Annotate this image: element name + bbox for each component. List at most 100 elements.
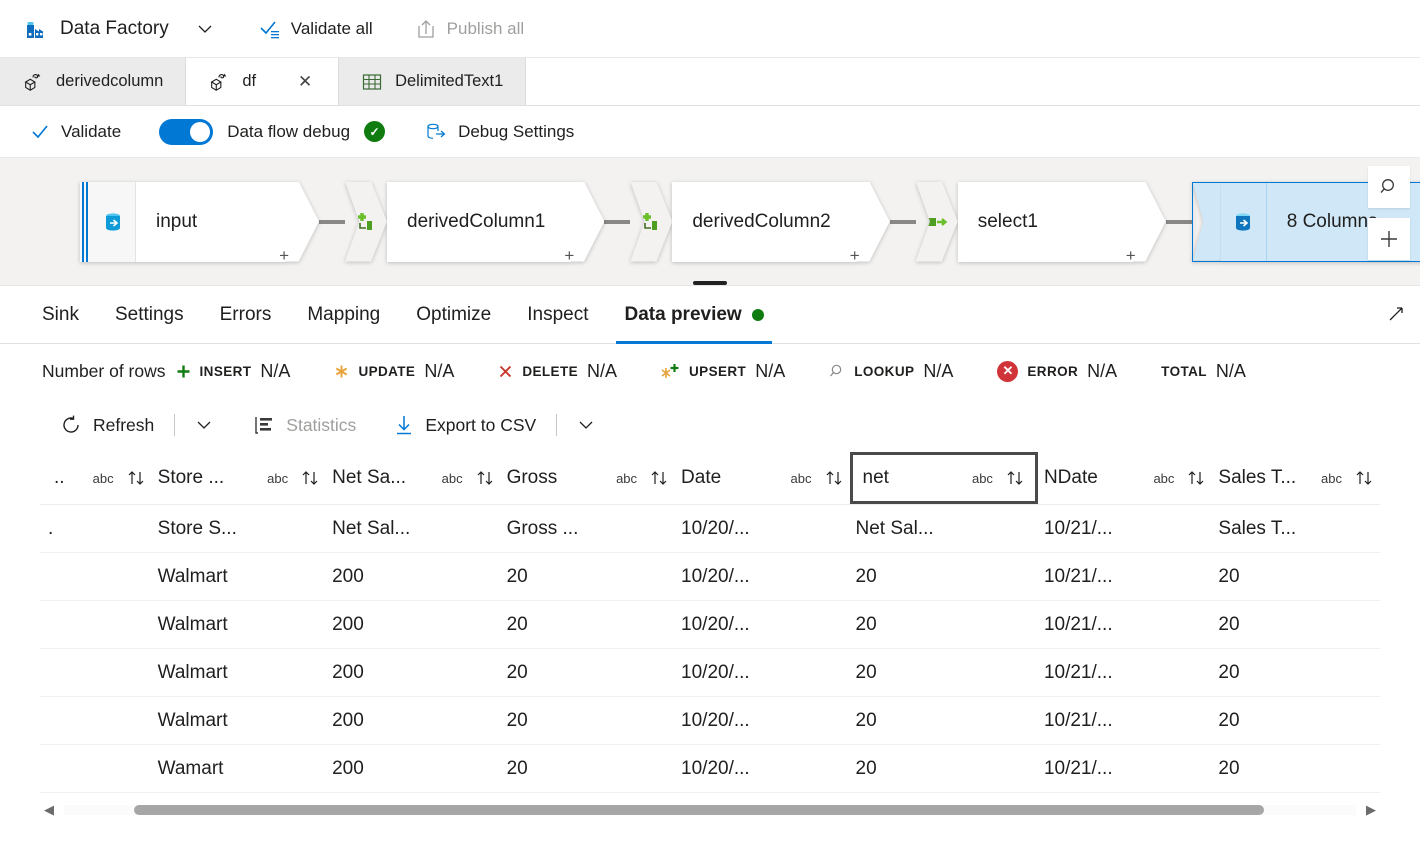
sort-updown-icon[interactable] xyxy=(126,468,146,488)
column-type-badge: abc xyxy=(616,470,638,486)
table-row[interactable]: Walmart 200 20 10/20/... 20 10/21/... 20 xyxy=(40,648,1380,697)
table-cell: 20 xyxy=(849,744,1038,793)
canvas-search-icon[interactable] xyxy=(1368,166,1410,208)
scrollbar-track[interactable] xyxy=(64,805,1356,815)
magnifier-grey-icon xyxy=(829,363,845,379)
select-icon xyxy=(915,181,958,262)
column-header-date[interactable]: Date abc xyxy=(675,452,850,505)
stat-value: N/A xyxy=(260,360,291,381)
scroll-right-arrow[interactable]: ▶ xyxy=(1362,801,1380,819)
statistics-button[interactable]: Statistics xyxy=(245,405,364,445)
node-derivedcolumn1[interactable]: derivedColumn1 + xyxy=(345,181,605,264)
tab-optimize[interactable]: Optimize xyxy=(398,286,509,344)
table-cell: 200 xyxy=(326,552,501,601)
node-select1[interactable]: select1 + xyxy=(915,181,1166,264)
tab-df[interactable]: df ✕ xyxy=(186,58,340,105)
column-header-sales-t[interactable]: Sales T... abc xyxy=(1212,452,1380,505)
expand-diagonal-icon[interactable] xyxy=(1386,304,1406,324)
sort-updown-icon[interactable] xyxy=(1354,468,1374,488)
refresh-label: Refresh xyxy=(93,414,155,435)
table-cell: 10/20/... xyxy=(675,552,850,601)
upsert-icon xyxy=(661,363,680,380)
column-header-label: Gross xyxy=(506,467,558,488)
column-type-badge: abc xyxy=(267,470,289,486)
stat-total: TOTAL N/A xyxy=(1161,361,1246,382)
export-chevron-down-icon[interactable] xyxy=(569,408,603,442)
add-node-plus-icon[interactable]: + xyxy=(850,247,860,264)
stat-update: UPDATE N/A xyxy=(334,361,454,382)
close-icon[interactable]: ✕ xyxy=(294,71,316,93)
tab-delimitedtext1[interactable]: DelimitedText1 xyxy=(339,58,527,105)
brand-chevron-down-icon[interactable] xyxy=(183,9,227,49)
node-label: input xyxy=(136,181,286,262)
tab-settings[interactable]: Settings xyxy=(97,286,202,344)
publish-all-button[interactable]: Publish all xyxy=(405,9,535,49)
export-to-csv-button[interactable]: Export to CSV xyxy=(386,405,544,445)
table-row[interactable]: . Store S... Net Sal... Gross ... 10/20/... N… xyxy=(40,504,1380,553)
column-type-badge: abc xyxy=(1321,470,1342,486)
table-cell: 10/21/... xyxy=(1037,552,1213,601)
validate-all-button[interactable]: Validate all xyxy=(249,9,383,49)
sort-updown-icon[interactable] xyxy=(1005,468,1025,488)
column-header-net-sa[interactable]: Net Sa... abc xyxy=(326,452,501,505)
dataflow-canvas[interactable]: input + derivedColumn1 + derivedColumn2 … xyxy=(0,158,1420,286)
dataflow-icon xyxy=(208,71,230,93)
column-header-ndate[interactable]: NDate abc xyxy=(1037,452,1213,505)
tab-strip-filler xyxy=(526,58,1420,105)
stat-label: UPDATE xyxy=(358,363,416,379)
column-header-[interactable]: .. abc xyxy=(40,452,152,505)
tab-sink[interactable]: Sink xyxy=(24,286,97,344)
table-cell: Net Sal... xyxy=(849,504,1038,553)
stat-value: N/A xyxy=(587,360,618,381)
tab-derivedcolumn[interactable]: derivedcolumn xyxy=(0,58,187,105)
data-factory-icon xyxy=(24,17,48,41)
table-row[interactable]: Walmart 200 20 10/20/... 20 10/21/... 20 xyxy=(40,600,1380,649)
sort-updown-icon[interactable] xyxy=(1186,468,1206,488)
tab-label: derivedcolumn xyxy=(56,72,164,90)
data-flow-debug-label: Data flow debug xyxy=(227,121,351,141)
add-node-plus-icon[interactable]: + xyxy=(1126,247,1136,264)
table-cell: 10/21/... xyxy=(1037,504,1213,553)
sort-updown-icon[interactable] xyxy=(475,468,495,488)
panel-resize-grip[interactable] xyxy=(693,281,727,285)
scrollbar-thumb[interactable] xyxy=(134,805,1264,815)
horizontal-scrollbar[interactable]: ◀ ▶ xyxy=(40,799,1380,821)
tab-errors[interactable]: Errors xyxy=(202,286,290,344)
sort-updown-icon[interactable] xyxy=(649,468,669,488)
publish-all-label: Publish all xyxy=(446,18,525,38)
refresh-icon xyxy=(60,414,82,436)
column-header-store[interactable]: Store ... abc xyxy=(151,452,327,505)
stat-insert: INSERT N/A xyxy=(176,360,291,382)
add-node-plus-icon[interactable]: + xyxy=(564,247,574,264)
sort-updown-icon[interactable] xyxy=(824,468,844,488)
refresh-button[interactable]: Refresh xyxy=(52,405,162,445)
table-cell: 10/20/... xyxy=(675,504,850,553)
tab-data-preview[interactable]: Data preview xyxy=(606,286,781,344)
tab-mapping[interactable]: Mapping xyxy=(289,286,398,344)
tab-inspect[interactable]: Inspect xyxy=(509,286,606,344)
connector-line xyxy=(604,219,631,224)
column-header-net[interactable]: net abc xyxy=(849,452,1038,505)
stat-value: N/A xyxy=(1215,360,1246,381)
validate-button[interactable]: Validate xyxy=(22,112,129,152)
table-cell: Walmart xyxy=(151,552,327,601)
table-cell: 20 xyxy=(849,696,1038,745)
table-cell: 10/21/... xyxy=(1037,600,1213,649)
node-derivedcolumn2[interactable]: derivedColumn2 + xyxy=(630,181,890,264)
table-cell: 20 xyxy=(849,648,1038,697)
scroll-left-arrow[interactable]: ◀ xyxy=(40,801,58,819)
table-row[interactable]: Walmart 200 20 10/20/... 20 10/21/... 20 xyxy=(40,696,1380,745)
canvas-plus-icon[interactable] xyxy=(1368,218,1410,260)
node-input[interactable]: input + xyxy=(80,181,319,264)
table-row[interactable]: Wamart 200 20 10/20/... 20 10/21/... 20 xyxy=(40,744,1380,793)
debug-settings-button[interactable]: Debug Settings xyxy=(417,112,582,152)
add-node-plus-icon[interactable]: + xyxy=(279,247,289,264)
stat-error: ✕ ERROR N/A xyxy=(997,360,1117,382)
refresh-chevron-down-icon[interactable] xyxy=(187,408,221,442)
table-row[interactable]: Walmart 200 20 10/20/... 20 10/21/... 20 xyxy=(40,552,1380,601)
stat-value: N/A xyxy=(755,360,786,381)
table-cell: 10/21/... xyxy=(1037,648,1213,697)
column-header-gross[interactable]: Gross abc xyxy=(500,452,676,505)
sort-updown-icon[interactable] xyxy=(300,468,320,488)
data-flow-debug-toggle[interactable] xyxy=(159,118,214,145)
